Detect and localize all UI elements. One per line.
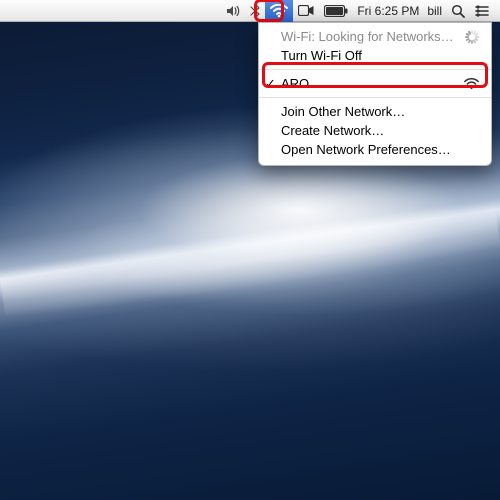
wifi-network-name: ARO — [281, 76, 309, 91]
wifi-status-icon[interactable] — [265, 0, 293, 22]
menu-separator — [259, 97, 491, 98]
wifi-dropdown-menu: Wi-Fi: Looking for Networks… Turn Wi-Fi … — [258, 22, 492, 166]
wifi-status-row: Wi-Fi: Looking for Networks… — [259, 27, 491, 46]
create-network-item[interactable]: Create Network… — [259, 121, 491, 140]
wifi-toggle-label: Turn Wi-Fi Off — [281, 48, 362, 63]
create-network-label: Create Network… — [281, 123, 384, 138]
user-menu[interactable]: bill — [423, 0, 446, 22]
wifi-toggle-item[interactable]: Turn Wi-Fi Off — [259, 46, 491, 65]
spinner-icon — [465, 30, 479, 44]
menu-separator — [259, 69, 491, 70]
battery-status-icon[interactable] — [319, 0, 353, 22]
wifi-status-label: Wi-Fi: Looking for Networks… — [281, 29, 454, 44]
bluetooth-status-icon[interactable] — [245, 0, 265, 22]
open-prefs-label: Open Network Preferences… — [281, 142, 451, 157]
facetime-status-icon[interactable] — [293, 0, 319, 22]
wifi-network-item[interactable]: ✓ ARO — [259, 74, 491, 93]
menu-bar: Fri 6:25 PM bill — [0, 0, 500, 22]
wifi-signal-icon — [464, 78, 479, 90]
clock[interactable]: Fri 6:25 PM — [353, 0, 423, 22]
desktop-wallpaper: Fri 6:25 PM bill Wi-Fi: Looking for Netw… — [0, 0, 500, 500]
notification-center-icon[interactable] — [470, 0, 494, 22]
spotlight-icon[interactable] — [446, 0, 470, 22]
open-network-preferences-item[interactable]: Open Network Preferences… — [259, 140, 491, 159]
join-other-label: Join Other Network… — [281, 104, 405, 119]
checkmark-icon: ✓ — [265, 76, 276, 91]
join-other-network-item[interactable]: Join Other Network… — [259, 102, 491, 121]
audio-status-icon[interactable] — [221, 0, 245, 22]
